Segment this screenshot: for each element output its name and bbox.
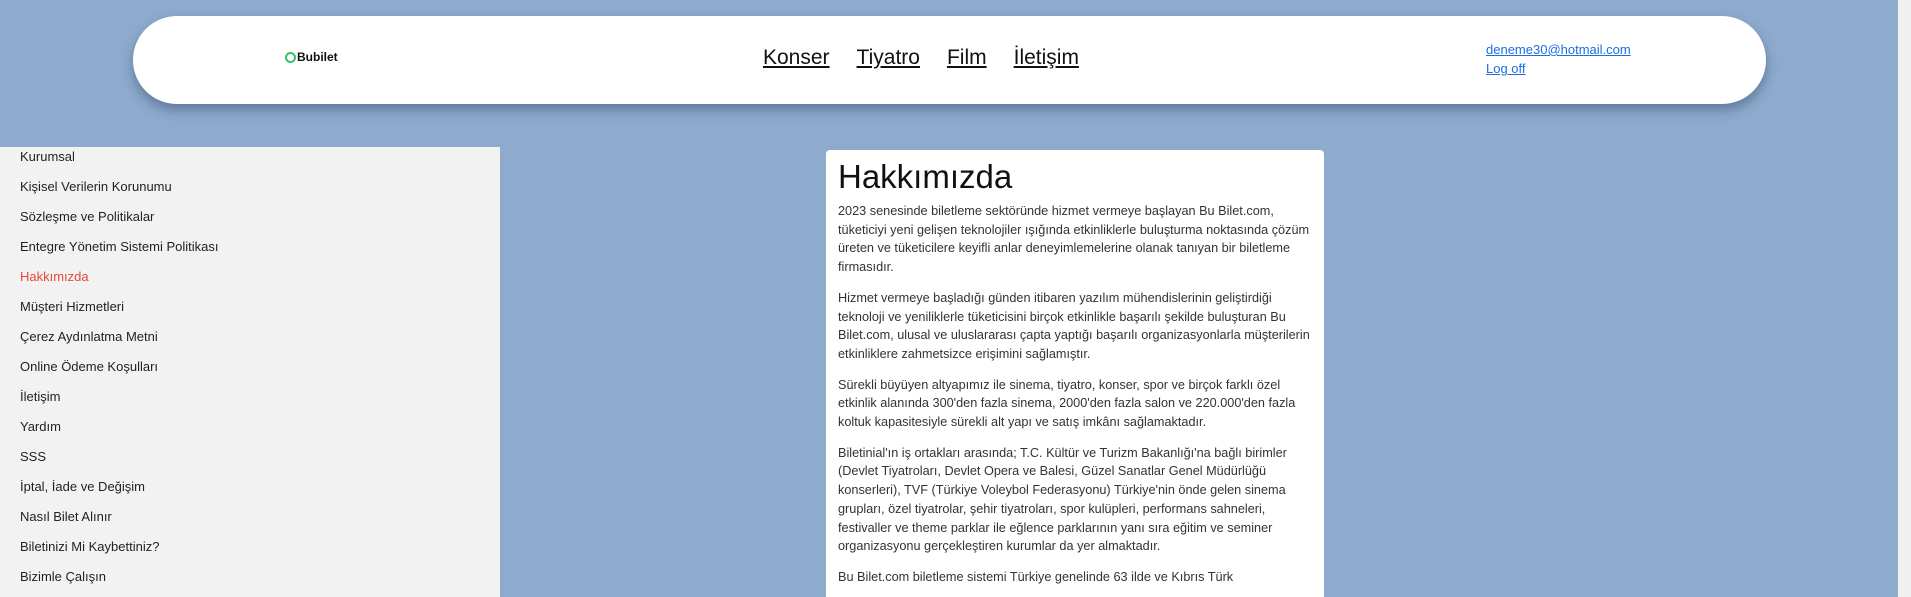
sidebar-item-musteri-hizmetleri[interactable]: Müşteri Hizmetleri: [0, 292, 500, 322]
sidebar-item-yonetim[interactable]: Entegre Yönetim Sistemi Politikası: [0, 232, 500, 262]
user-email-link[interactable]: deneme30@hotmail.com: [1486, 42, 1631, 57]
logo-icon: [285, 51, 296, 63]
paragraph: 2023 senesinde biletleme sektöründe hizm…: [838, 204, 1310, 275]
sidebar-item-iletisim[interactable]: İletişim: [0, 382, 500, 412]
user-menu: deneme30@hotmail.com Log off: [1486, 42, 1631, 76]
nav-iletisim[interactable]: İletişim: [1014, 46, 1079, 70]
content-card: Hakkımızda 2023 senesinde biletleme sekt…: [826, 150, 1324, 597]
page-scrollbar[interactable]: [1898, 0, 1911, 597]
nav-tiyatro[interactable]: Tiyatro: [857, 46, 920, 70]
nav-konser[interactable]: Konser: [763, 46, 830, 70]
sidebar-item-sss[interactable]: SSS: [0, 442, 500, 472]
sidebar-item-kvkk[interactable]: Kişisel Verilerin Korunumu: [0, 172, 500, 202]
sidebar-item-kurumsal[interactable]: Kurumsal: [0, 142, 500, 172]
sidebar-item-kayip-bilet[interactable]: Biletinizi Mi Kaybettiniz?: [0, 532, 500, 562]
page-title: Hakkımızda: [838, 158, 1013, 195]
sidebar: Kurumsal Kişisel Verilerin Korunumu Sözl…: [0, 147, 500, 597]
logo-text: Bubilet: [297, 50, 338, 64]
sidebar-item-sozlesme[interactable]: Sözleşme ve Politikalar: [0, 202, 500, 232]
paragraph: Bu Bilet.com biletleme sistemi Türkiye g…: [838, 569, 1234, 584]
sidebar-item-cerez[interactable]: Çerez Aydınlatma Metni: [0, 322, 500, 352]
sidebar-item-nasil-bilet[interactable]: Nasıl Bilet Alınır: [0, 502, 500, 532]
sidebar-item-odeme[interactable]: Online Ödeme Koşulları: [0, 352, 500, 382]
sidebar-item-iptal[interactable]: İptal, İade ve Değişim: [0, 472, 500, 502]
paragraph: Hizmet vermeye başladığı günden itibaren…: [838, 290, 1310, 361]
sidebar-item-hakkimizda[interactable]: Hakkımızda: [0, 262, 500, 292]
brand-logo[interactable]: Bubilet: [285, 50, 338, 64]
sidebar-item-yardim[interactable]: Yardım: [0, 412, 500, 442]
logoff-link[interactable]: Log off: [1486, 61, 1631, 76]
nav-film[interactable]: Film: [947, 46, 987, 70]
page: Bubilet Konser Tiyatro Film İletişim den…: [0, 0, 1911, 597]
sidebar-item-calisin[interactable]: Bizimle Çalışın: [0, 562, 500, 592]
site-header: Bubilet Konser Tiyatro Film İletişim den…: [133, 16, 1766, 104]
paragraph: Sürekli büyüyen altyapımız ile sinema, t…: [838, 377, 1296, 430]
sidebar-list: Kurumsal Kişisel Verilerin Korunumu Sözl…: [0, 142, 500, 592]
paragraph: Biletinial'ın iş ortakları arasında; T.C…: [838, 445, 1287, 554]
main-nav: Konser Tiyatro Film İletişim: [763, 46, 1079, 70]
